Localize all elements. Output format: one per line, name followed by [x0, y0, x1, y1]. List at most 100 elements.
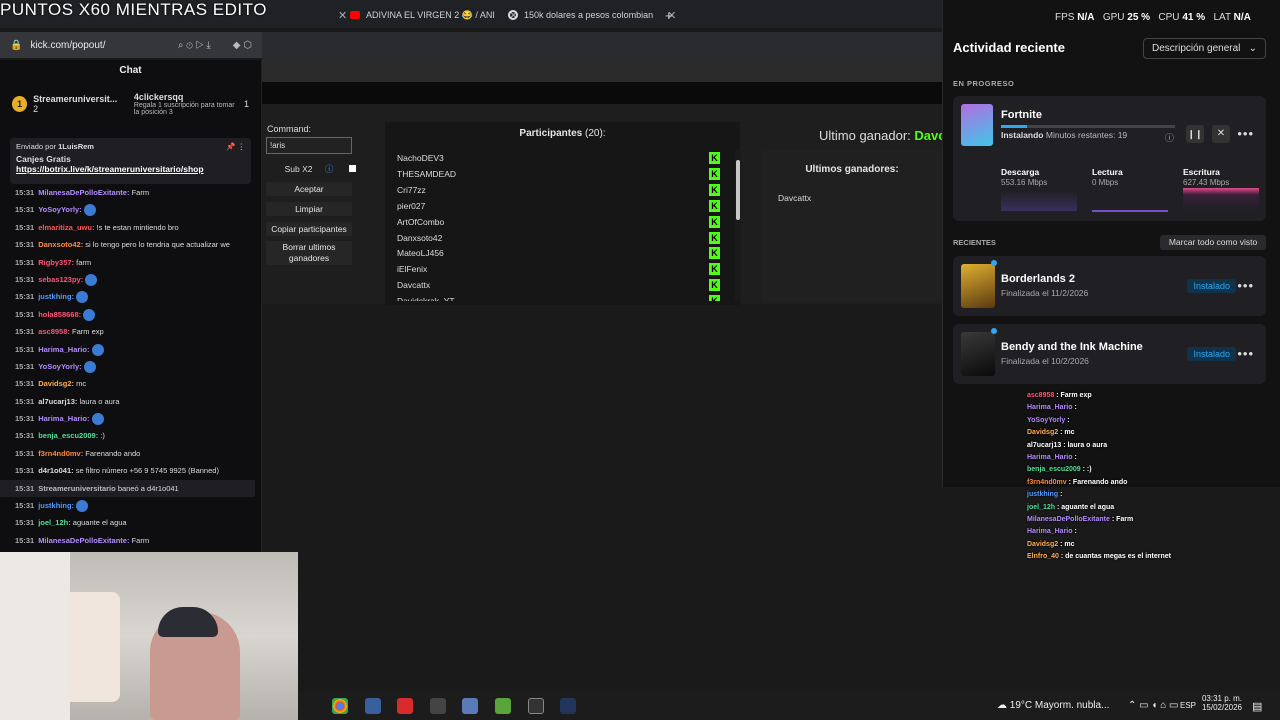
chat-username[interactable]: f3rn4nd0mv: — [38, 449, 83, 458]
weather[interactable]: ☁ 19°C Mayorm. nubla... — [997, 700, 1109, 711]
epic-games-icon[interactable] — [528, 698, 544, 714]
chat-username[interactable]: Harima_Hario: — [38, 345, 89, 354]
emote-icon — [91, 413, 104, 426]
emote-icon — [83, 360, 96, 373]
chat-username[interactable]: MilanesaDePolloExitante: — [38, 188, 129, 197]
download-card: Fortnite Instalando Minutos restantes: 1… — [953, 96, 1266, 221]
chat-username[interactable]: Streameruniversitario — [38, 484, 116, 493]
extensions-icon[interactable]: ◆ ⬡ — [233, 40, 252, 51]
chat-username[interactable]: al7ucarj13: — [38, 397, 77, 406]
clock[interactable]: 03:31 p. m. 15/02/2026 — [1200, 694, 1242, 712]
recent-item[interactable]: Bendy and the Ink Machine Finalizada el … — [953, 324, 1266, 384]
close-icon[interactable]: ✕ — [1212, 125, 1230, 143]
info-icon[interactable]: ⓘ — [1165, 131, 1174, 144]
chat-username[interactable]: justkhing: — [38, 501, 74, 510]
overlay-text: : :) — [1082, 466, 1092, 474]
chat-timestamp: 15:31 — [15, 535, 35, 545]
pin-icon[interactable]: 📌 ⋮ — [226, 142, 245, 151]
language-indicator[interactable]: ESP — [1180, 701, 1196, 710]
kick-icon: K — [709, 247, 720, 260]
recent-game-title: Borderlands 2 — [1001, 273, 1075, 285]
recent-item[interactable]: Borderlands 2 Finalizada el 11/2/2026 In… — [953, 256, 1266, 316]
participant-row[interactable]: MateoLJ456 K — [397, 245, 723, 261]
more-options-icon[interactable]: ••• — [1237, 126, 1254, 141]
participant-row[interactable]: Davidckrak_YT K — [397, 293, 723, 302]
tab-google[interactable]: 150k dolares a pesos colombian ✕ — [508, 4, 676, 26]
checkbox-icon[interactable] — [349, 165, 356, 172]
pinned-message[interactable]: Enviado por 1LuisRem 📌 ⋮ Canjes Gratis h… — [10, 138, 251, 184]
participant-row[interactable]: iElFenix K — [397, 261, 723, 277]
chat-text: se filtro número +56 9 5745 9925 (Banned… — [75, 466, 219, 476]
clear-winners-button[interactable]: Borrar ultimos ganadores — [266, 241, 352, 265]
chat-username[interactable]: hola858668: — [38, 310, 81, 319]
leader-count: 2 — [33, 104, 39, 114]
more-options-icon[interactable]: ••• — [1237, 278, 1254, 293]
chat-username[interactable]: elmaritiza_uwu: — [38, 223, 94, 232]
kick-icon: K — [709, 199, 720, 212]
chat-message: 15:31 MilanesaDePolloExitante: Farm — [0, 184, 261, 201]
accept-button[interactable]: Aceptar — [266, 182, 352, 196]
chat-username[interactable]: justkhing: — [38, 292, 74, 301]
minecraft-icon[interactable] — [495, 698, 511, 714]
copy-participants-button[interactable]: Copiar participantes — [266, 222, 352, 236]
kick-icon: K — [709, 295, 720, 302]
chat-username[interactable]: YoSoyYorly: — [38, 362, 81, 371]
last-winner: Ultimo ganador: Davc — [819, 128, 945, 143]
chat-username[interactable]: YoSoyYorly: — [38, 205, 81, 214]
command-input[interactable] — [266, 137, 352, 154]
chat-username[interactable]: asc8958: — [38, 327, 70, 336]
tray-icons[interactable]: ⌃ ▭ ◖ ⌂ ▭ — [1128, 700, 1178, 711]
game-title: Fortnite — [1001, 109, 1042, 121]
clear-button[interactable]: Limpiar — [266, 202, 352, 216]
vscode-icon[interactable] — [560, 698, 576, 714]
overlay-chat-message: Davidsg2 : mc — [1022, 427, 1222, 439]
obs-icon[interactable] — [430, 698, 446, 714]
overview-dropdown[interactable]: Descripción general ⌄ — [1143, 38, 1266, 59]
chat-username[interactable]: Harima_Hario: — [38, 414, 89, 423]
chat-username[interactable]: sebas123py: — [38, 275, 83, 284]
leader-2[interactable]: 4clickersqq Regala 1 suscripción para to… — [134, 92, 238, 116]
notifications-icon[interactable]: ▤ — [1252, 700, 1262, 713]
participant-row[interactable]: Cri77zz K — [397, 182, 723, 198]
sub-x2-checkbox[interactable]: Sub X2 ⓘ — [266, 163, 352, 175]
winners-box: Ultimos ganadores: Davcattx — [762, 150, 942, 302]
new-tab-button[interactable]: + — [665, 4, 673, 26]
participant-row[interactable]: Danxsoto42 K — [397, 230, 723, 246]
download-label: Descarga — [1001, 167, 1040, 177]
chat-username[interactable]: d4r1o041: — [38, 466, 73, 475]
participant-row[interactable]: NachoDEV3 K — [397, 150, 723, 166]
participant-name: Danxsoto42 — [397, 232, 443, 243]
write-label: Escritura — [1183, 167, 1220, 177]
scrollbar[interactable] — [735, 150, 741, 300]
chat-username[interactable]: Rigby357: — [38, 258, 74, 267]
calculator-icon[interactable] — [462, 698, 478, 714]
tab-youtube[interactable]: ADIVINA EL VIRGEN 2 😂 / ANI ✕ — [350, 4, 518, 26]
chat-username[interactable]: MilanesaDePolloExitante: — [38, 536, 129, 545]
chat-username[interactable]: Danxsoto42: — [38, 240, 83, 249]
pinned-user: 1LuisRem — [58, 142, 94, 151]
pause-icon[interactable]: ❙❙ — [1186, 125, 1204, 143]
address-bar[interactable]: 🔒 kick.com/popout/ ⌕ ⊙ ▷ ⤓ ◆ ⬡ — [0, 32, 262, 58]
leader-1[interactable]: Streameruniversit... 2 — [33, 94, 128, 114]
participant-row[interactable]: THESAMDEAD K — [397, 166, 723, 182]
overlay-text: : — [1060, 491, 1063, 499]
scrollbar-thumb[interactable] — [736, 160, 740, 220]
chat-username[interactable]: benja_escu2009: — [38, 431, 98, 440]
chat-username[interactable]: Davidsg2: — [38, 379, 74, 388]
chrome-icon[interactable] — [332, 698, 348, 714]
file-explorer-icon[interactable] — [365, 698, 381, 714]
write-speed: 627.43 Mbps — [1183, 178, 1230, 187]
app-icon[interactable] — [397, 698, 413, 714]
address-actions-icon[interactable]: ⌕ ⊙ ▷ ⤓ — [178, 40, 211, 51]
more-options-icon[interactable]: ••• — [1237, 346, 1254, 361]
pinned-link[interactable]: https://botrix.live/k/streameruniversita… — [16, 164, 245, 174]
participant-row[interactable]: pier027 K — [397, 198, 723, 214]
participant-row[interactable]: Davcattx K — [397, 277, 723, 293]
lat-value: N/A — [1233, 12, 1251, 23]
overlay-text: : mc — [1060, 540, 1075, 548]
mark-all-seen-button[interactable]: Marcar todo como visto — [1160, 235, 1266, 250]
participant-row[interactable]: ArtOfCombo K — [397, 214, 723, 230]
chat-username[interactable]: joel_12h: — [38, 518, 71, 527]
tab-close-icon[interactable]: ✕ — [330, 4, 347, 26]
read-speed: 0 Mbps — [1092, 178, 1119, 187]
